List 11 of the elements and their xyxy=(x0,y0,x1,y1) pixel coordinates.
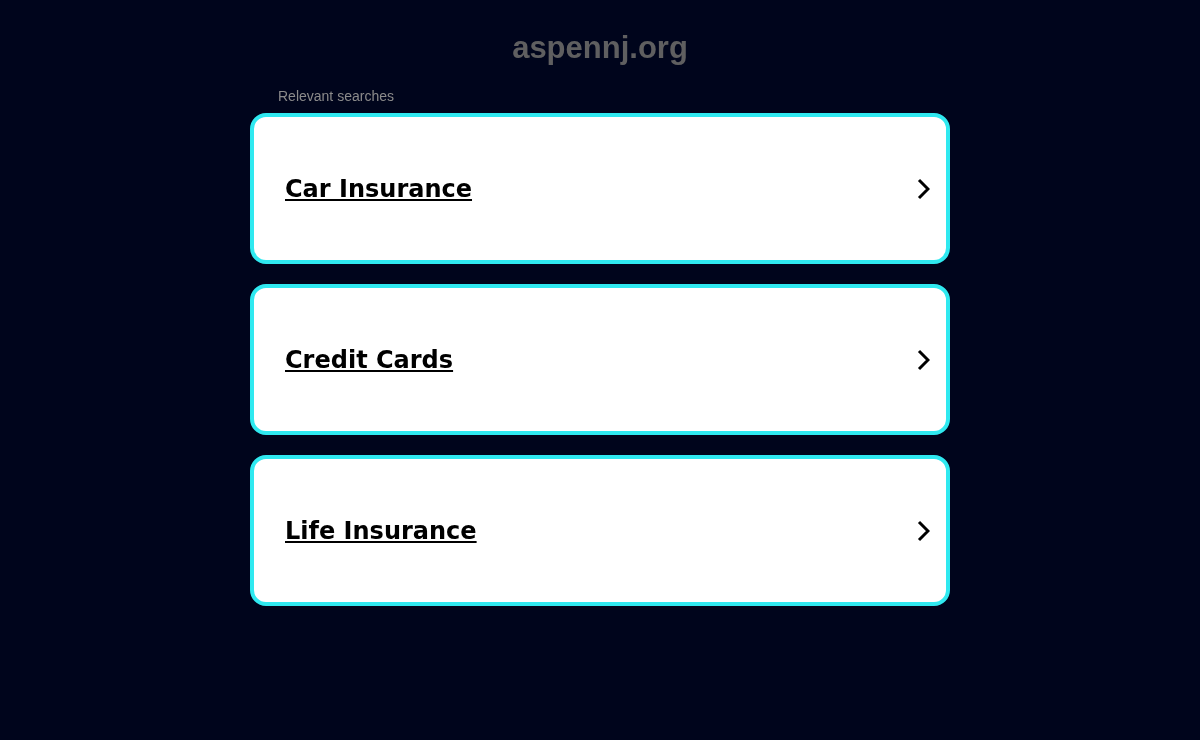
link-label[interactable]: Life Insurance xyxy=(285,516,477,545)
search-link-card[interactable]: Credit Cards xyxy=(250,284,950,435)
site-title: aspennj.org xyxy=(511,30,689,66)
chevron-right-icon xyxy=(916,348,930,371)
section-label: Relevant searches xyxy=(278,87,395,105)
search-link-card[interactable]: Car Insurance xyxy=(250,113,950,264)
search-link-card[interactable]: Life Insurance xyxy=(250,455,950,606)
chevron-right-icon xyxy=(916,519,930,542)
link-label[interactable]: Credit Cards xyxy=(285,345,454,374)
link-label[interactable]: Car Insurance xyxy=(285,174,472,203)
chevron-right-icon xyxy=(916,177,930,200)
